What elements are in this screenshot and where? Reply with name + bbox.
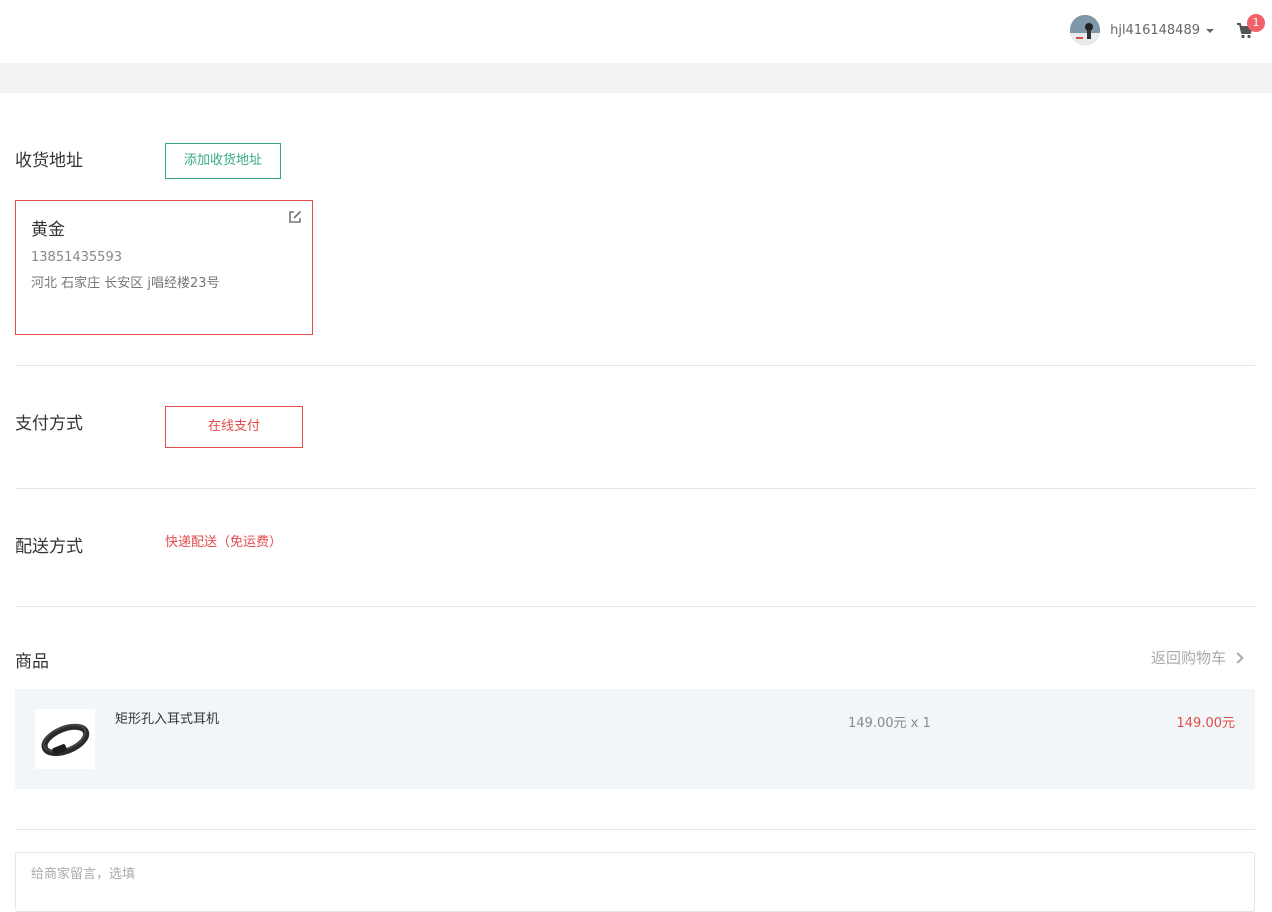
product-subtotal: 149.00元 [1176,716,1236,731]
divider [15,606,1255,607]
product-row: 矩形孔入耳式耳机 149.00元 x 1 149.00元 [15,689,1255,789]
payment-section-title: 支付方式 [15,414,83,434]
back-to-cart-link[interactable]: 返回购物车 [1150,647,1244,668]
edit-icon[interactable] [288,210,302,224]
add-address-button[interactable]: 添加收货地址 [165,143,281,179]
wristband-image [35,709,95,769]
address-section-title: 收货地址 [15,151,83,171]
chevron-down-icon[interactable] [1206,29,1214,33]
online-payment-option[interactable]: 在线支付 [165,406,303,448]
user-menu[interactable]: hjl416148489 [1070,14,1214,46]
username[interactable]: hjl416148489 [1110,23,1200,38]
chevron-right-icon [1232,651,1244,664]
divider [15,365,1255,366]
product-name[interactable]: 矩形孔入耳式耳机 [115,708,219,727]
product-image[interactable] [35,709,95,769]
seller-message-input[interactable] [15,852,1255,912]
avatar[interactable] [1070,15,1101,45]
cart-button[interactable]: 1 [1236,14,1265,40]
address-card[interactable]: 黄金 13851435593 河北 石家庄 长安区 j唱经楼23号 [15,200,313,335]
product-price-quantity: 149.00元 x 1 [848,716,931,731]
avatar-image [1070,15,1101,45]
back-to-cart-label: 返回购物车 [1150,649,1226,667]
divider [15,829,1255,830]
address-detail: 河北 石家庄 长安区 j唱经楼23号 [31,276,220,291]
address-name: 黄金 [31,220,65,240]
delivery-method: 快递配送（免运费） [165,535,283,550]
cart-count-badge: 1 [1247,14,1265,32]
products-section-title: 商品 [15,652,49,672]
top-bar: hjl416148489 1 [0,0,1272,63]
divider [15,488,1255,489]
delivery-section-title: 配送方式 [15,537,83,557]
header-band [0,63,1272,93]
address-phone: 13851435593 [31,250,122,265]
